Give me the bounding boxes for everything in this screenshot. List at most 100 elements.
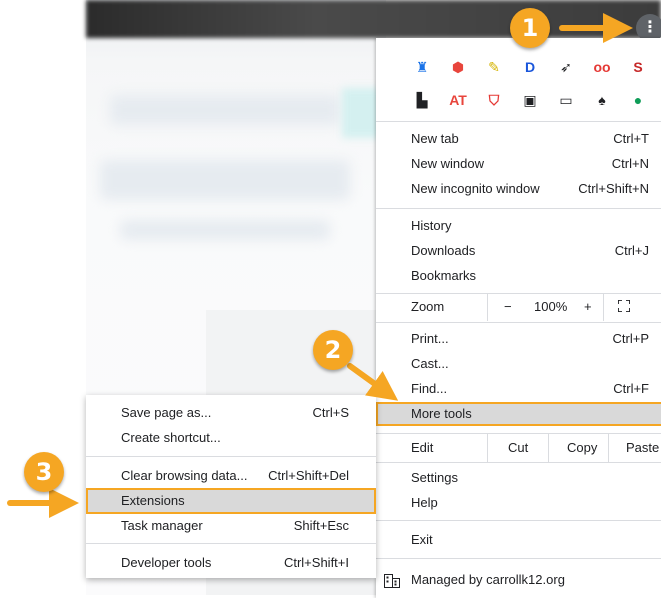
ext-hex-icon[interactable]: ⬢ [440, 55, 476, 79]
submenu-item-developer-tools[interactable]: Developer tools Ctrl+Shift+I [86, 551, 376, 575]
menu-item-label: Settings [411, 470, 458, 485]
menu-item-help[interactable]: Help [376, 491, 661, 515]
ext-d-icon[interactable]: D [512, 55, 548, 79]
menu-divider [376, 558, 661, 559]
ext-s-icon[interactable]: S [620, 55, 656, 79]
ext-bubble-icon[interactable]: ● [620, 88, 656, 112]
edit-divider [487, 434, 488, 462]
ext-badge-icon[interactable]: ▣ [512, 88, 548, 112]
ext-shield-icon[interactable]: ⛉ [476, 88, 512, 112]
zoom-divider [487, 293, 488, 321]
menu-item-new-incognito[interactable]: New incognito window Ctrl+Shift+N [376, 177, 661, 201]
ext-screen-icon[interactable]: ▭ [548, 88, 584, 112]
zoom-label: Zoom [411, 299, 445, 314]
menu-item-label: New tab [411, 131, 459, 146]
zoom-level: 100% [534, 299, 568, 314]
menu-item-shortcut: Ctrl+T [613, 131, 649, 146]
edit-label: Edit [411, 440, 434, 455]
ext-at-icon[interactable]: AT [440, 88, 476, 112]
edit-divider [608, 434, 609, 462]
menu-item-label: More tools [411, 406, 472, 421]
menu-item-downloads[interactable]: Downloads Ctrl+J [376, 239, 661, 263]
menu-item-new-window[interactable]: New window Ctrl+N [376, 152, 661, 176]
browser-toolbar [86, 0, 661, 38]
ext-rocket-icon[interactable]: ➶ [548, 55, 584, 79]
step-1-badge: 1 [510, 8, 550, 48]
more-tools-submenu: Save page as... Ctrl+S Create shortcut..… [86, 395, 376, 578]
chrome-main-menu: ♜⬢✎D➶ooS□ ▙AT⛉▣▭♠● New tab Ctrl+T New wi… [376, 38, 661, 598]
menu-divider [376, 322, 661, 323]
menu-item-label: New window [411, 156, 484, 171]
menu-item-cast[interactable]: Cast... [376, 352, 661, 376]
step-2-badge: 2 [313, 330, 353, 370]
menu-divider [86, 456, 376, 457]
menu-divider [86, 543, 376, 544]
menu-item-more-tools[interactable]: More tools [376, 402, 661, 426]
ext-bookmark-icon[interactable]: ▙ [404, 88, 440, 112]
menu-item-label: Downloads [411, 243, 476, 258]
menu-item-shortcut: Ctrl+N [611, 156, 649, 171]
menu-divider [376, 208, 661, 209]
menu-item-label: Bookmarks [411, 268, 477, 283]
menu-item-label: Developer tools [121, 555, 212, 570]
menu-edit-row: Edit Cut Copy Paste [376, 434, 661, 462]
blurred-content [120, 220, 330, 240]
extensions-row: ▙ AT ⛉ ▣ ▭ ♠ ● [404, 88, 656, 112]
menu-item-label: Help [411, 495, 438, 510]
menu-item-label: Extensions [121, 493, 185, 508]
paste-button[interactable]: Paste [626, 434, 659, 462]
menu-item-shortcut: Shift+Esc [293, 518, 349, 533]
menu-item-label: History [411, 218, 452, 233]
zoom-in-button[interactable]: + [584, 293, 592, 321]
ext-hat-icon[interactable]: ♜ [404, 55, 440, 79]
menu-item-find[interactable]: Find... Ctrl+F [376, 377, 661, 401]
menu-item-settings[interactable]: Settings [376, 466, 661, 490]
submenu-item-save-page[interactable]: Save page as... Ctrl+S [86, 401, 376, 425]
ext-pencil-icon[interactable]: ✎ [476, 55, 512, 79]
menu-zoom-row: Zoom − 100% + [376, 293, 661, 321]
menu-item-label: Managed by carrollk12.org [411, 572, 565, 587]
submenu-item-extensions[interactable]: Extensions [86, 489, 376, 513]
menu-item-shortcut: Ctrl+F [613, 381, 649, 396]
menu-item-shortcut: Ctrl+J [614, 243, 649, 258]
ext-oo-icon[interactable]: oo [584, 55, 620, 79]
submenu-item-task-manager[interactable]: Task manager Shift+Esc [86, 514, 376, 538]
menu-item-label: Print... [411, 331, 449, 346]
fullscreen-icon[interactable] [618, 300, 630, 312]
ext-spy-icon[interactable]: ♠ [584, 88, 620, 112]
menu-item-shortcut: Ctrl+S [312, 405, 349, 420]
menu-item-label: Save page as... [121, 405, 212, 420]
menu-item-shortcut: Ctrl+P [612, 331, 649, 346]
menu-item-label: Task manager [121, 518, 203, 533]
menu-divider [376, 121, 661, 122]
menu-item-managed[interactable]: Managed by carrollk12.org [376, 568, 661, 592]
menu-item-exit[interactable]: Exit [376, 528, 661, 552]
edit-divider [548, 434, 549, 462]
menu-item-bookmarks[interactable]: Bookmarks [376, 264, 661, 288]
zoom-divider [603, 293, 604, 321]
menu-divider [376, 520, 661, 521]
submenu-item-create-shortcut[interactable]: Create shortcut... [86, 426, 376, 450]
menu-item-label: New incognito window [411, 181, 540, 196]
menu-item-label: Exit [411, 532, 433, 547]
copy-button[interactable]: Copy [567, 434, 597, 462]
menu-item-print[interactable]: Print... Ctrl+P [376, 327, 661, 351]
menu-item-label: Cast... [411, 356, 449, 371]
menu-item-shortcut: Ctrl+Shift+I [283, 555, 349, 570]
menu-divider [376, 462, 661, 463]
menu-item-history[interactable]: History [376, 214, 661, 238]
cut-button[interactable]: Cut [508, 434, 528, 462]
building-icon [384, 574, 400, 588]
extensions-row: ♜⬢✎D➶ooS□ [404, 55, 661, 79]
menu-item-label: Find... [411, 381, 448, 396]
menu-item-new-tab[interactable]: New tab Ctrl+T [376, 127, 661, 151]
menu-item-label: Create shortcut... [121, 430, 221, 445]
menu-item-label: Clear browsing data... [121, 468, 248, 483]
blurred-content [110, 95, 340, 125]
submenu-item-clear-browsing-data[interactable]: Clear browsing data... Ctrl+Shift+Del [86, 464, 376, 488]
blurred-content [100, 160, 350, 200]
ext-blank-icon[interactable]: □ [656, 55, 661, 79]
menu-item-shortcut: Ctrl+Shift+Del [268, 468, 349, 483]
zoom-out-button[interactable]: − [504, 293, 512, 321]
step-3-badge: 3 [24, 452, 64, 492]
